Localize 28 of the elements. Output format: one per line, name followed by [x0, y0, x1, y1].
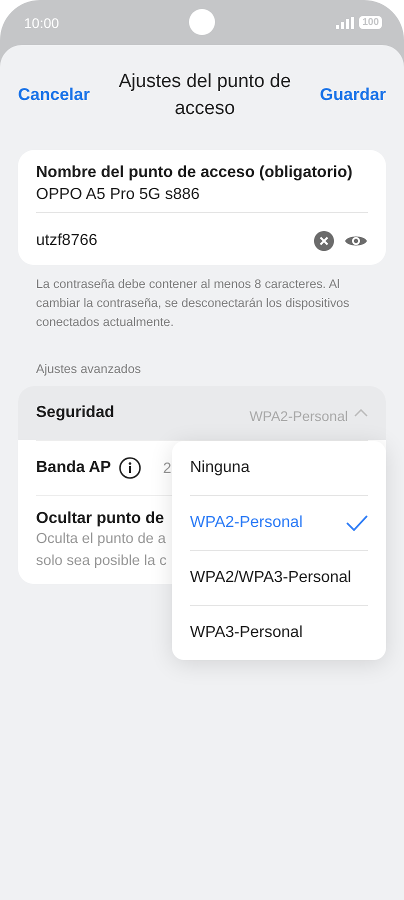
- menu-item[interactable]: Ninguna: [190, 441, 368, 495]
- menu-item[interactable]: WPA2/WPA3-Personal: [190, 550, 368, 605]
- page-title: Ajustes del punto de acceso: [118, 70, 292, 121]
- field-label: Nombre del punto de acceso (obligatorio): [36, 164, 354, 182]
- row-label: Banda AP: [36, 459, 111, 477]
- menu-item[interactable]: WPA2-Personal: [190, 495, 368, 550]
- row-label: Seguridad: [36, 404, 114, 422]
- menu-item[interactable]: WPA3-Personal: [190, 605, 368, 660]
- name-field[interactable]: OPPO A5 Pro 5G s886: [36, 186, 368, 204]
- password-hint: La contraseña debe contener al menos 8 caracteres. Al cambiar la contraseña, se desconectarán los dispositivos conectados actualmente.: [36, 276, 350, 331]
- row-description: solo sea posible la c: [36, 552, 167, 571]
- check-icon: [346, 515, 368, 531]
- security-row[interactable]: Seguridad WPA2-Personal: [18, 386, 386, 440]
- row-description: Oculta el punto de a: [36, 530, 166, 549]
- section-title: Ajustes avanzados: [36, 362, 142, 376]
- battery-level: 100: [359, 16, 382, 29]
- camera-cutout-icon: [189, 9, 215, 35]
- signal-icon: [336, 16, 354, 28]
- cancel-button[interactable]: Cancelar: [18, 85, 90, 105]
- save-button[interactable]: Guardar: [320, 85, 386, 105]
- row-value: 2: [162, 460, 172, 476]
- row-label: Ocultar punto de: [36, 510, 164, 528]
- chevron-icon: [354, 409, 368, 417]
- row-value: WPA2-Personal: [249, 407, 348, 424]
- status-time: 10:00: [24, 14, 60, 30]
- info-icon[interactable]: [118, 457, 141, 479]
- password-field[interactable]: utzf8766: [36, 227, 304, 255]
- clear-icon[interactable]: [314, 231, 334, 251]
